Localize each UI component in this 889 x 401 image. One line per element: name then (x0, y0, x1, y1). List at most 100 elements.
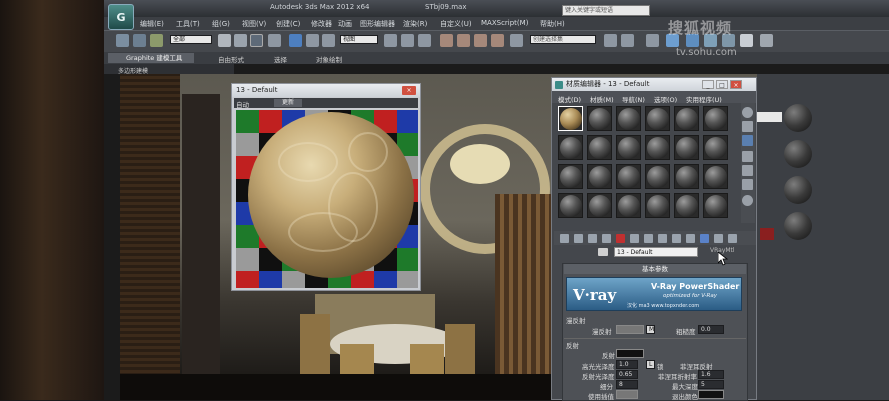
menu-modes[interactable]: 模式(D) (558, 94, 581, 104)
sample-slot[interactable] (703, 106, 728, 131)
sample-slot[interactable] (616, 164, 641, 189)
sample-slot[interactable] (558, 106, 583, 131)
menu-group[interactable]: 组(G) (212, 19, 230, 29)
refl-glossiness-spinner[interactable]: 0.65 (616, 370, 638, 379)
select-by-name-icon[interactable] (234, 34, 247, 47)
sample-slot[interactable] (645, 106, 670, 131)
tab-graphite-modeling[interactable]: Graphite 建模工具 (108, 53, 194, 63)
menu-options[interactable]: 选项(O) (654, 94, 677, 104)
sample-slot[interactable] (558, 164, 583, 189)
sample-slot[interactable] (587, 106, 612, 131)
show-end-result-icon[interactable] (700, 234, 709, 243)
diffuse-map-button[interactable]: M (646, 325, 655, 334)
select-object-icon[interactable] (218, 34, 231, 47)
region-select-icon[interactable] (250, 34, 263, 47)
backlight-icon[interactable] (742, 121, 753, 132)
percent-snap-icon[interactable] (474, 34, 487, 47)
sample-slot[interactable] (674, 164, 699, 189)
app-logo-icon[interactable]: G (108, 4, 134, 30)
reference-coord-dropdown[interactable]: 视图 (340, 35, 378, 44)
delete-icon[interactable] (616, 234, 625, 243)
roughness-spinner[interactable]: 0.0 (698, 325, 724, 334)
material-preview-window[interactable]: 13 - Default × 自动 更新 (231, 83, 421, 291)
keyboard-shortcut-icon[interactable] (418, 34, 431, 47)
material-name-field[interactable]: 13 - Default (614, 247, 698, 257)
rendered-frame-icon[interactable] (740, 34, 753, 47)
put-to-library-icon[interactable] (658, 234, 667, 243)
sample-slot[interactable] (703, 164, 728, 189)
menu-views[interactable]: 视图(V) (242, 19, 266, 29)
reflect-color-swatch[interactable] (616, 349, 644, 358)
menu-maxscript[interactable]: MAXScript(M) (481, 19, 528, 27)
put-to-scene-icon[interactable] (574, 234, 583, 243)
hilight-glossiness-spinner[interactable]: 1.0 (616, 360, 638, 369)
minimize-icon[interactable]: _ (702, 80, 714, 89)
sample-slot[interactable] (558, 135, 583, 160)
sample-slot[interactable] (645, 164, 670, 189)
menu-rendering[interactable]: 渲染(R) (403, 19, 427, 29)
get-material-icon[interactable] (560, 234, 569, 243)
max-depth-spinner[interactable]: 5 (698, 380, 724, 389)
named-selection-dropdown[interactable]: 创建选择集 (530, 35, 596, 44)
diffuse-color-swatch[interactable] (616, 325, 644, 334)
close-icon[interactable]: × (402, 86, 416, 95)
sample-slot[interactable] (616, 106, 641, 131)
bind-spacewarp-icon[interactable] (150, 34, 163, 47)
search-input[interactable]: 键入关键字或短语 (562, 5, 650, 16)
command-panel[interactable] (757, 74, 889, 400)
tab-selection[interactable]: 选择 (274, 54, 287, 64)
render-production-icon[interactable] (760, 34, 773, 47)
sample-slot[interactable] (616, 135, 641, 160)
move-icon[interactable] (289, 34, 302, 47)
copy-material-icon[interactable] (630, 234, 639, 243)
sample-slot[interactable] (674, 193, 699, 218)
link-icon[interactable] (116, 34, 129, 47)
mirror-icon[interactable] (604, 34, 617, 47)
sample-slot[interactable] (616, 193, 641, 218)
selection-filter-dropdown[interactable]: 全部 (170, 35, 212, 44)
sample-slot[interactable] (674, 135, 699, 160)
sample-slot[interactable] (645, 135, 670, 160)
go-forward-icon[interactable] (728, 234, 737, 243)
sample-slot[interactable] (674, 106, 699, 131)
fresnel-ior-spinner[interactable]: 1.6 (698, 370, 724, 379)
menu-graph-editors[interactable]: 图形编辑器 (360, 19, 395, 29)
sample-type-icon[interactable] (742, 107, 753, 118)
pivot-icon[interactable] (384, 34, 397, 47)
sample-slot[interactable] (703, 135, 728, 160)
menu-material[interactable]: 材质(M) (590, 94, 614, 104)
window-crossing-icon[interactable] (268, 34, 281, 47)
command-field[interactable] (756, 112, 782, 122)
reset-map-icon[interactable] (602, 234, 611, 243)
menu-modifiers[interactable]: 修改器 (311, 19, 332, 29)
sample-slot[interactable] (587, 135, 612, 160)
color-swatch[interactable] (760, 228, 774, 240)
spinner-snap-icon[interactable] (491, 34, 504, 47)
menu-customize[interactable]: 自定义(U) (440, 19, 472, 29)
rotate-icon[interactable] (306, 34, 319, 47)
sample-slot[interactable] (558, 193, 583, 218)
interp-box[interactable] (616, 390, 638, 399)
menu-create[interactable]: 创建(C) (276, 19, 300, 29)
show-in-viewport-icon[interactable] (686, 234, 695, 243)
close-icon[interactable]: × (730, 80, 742, 89)
snap-toggle-icon[interactable] (440, 34, 453, 47)
tab-freeform[interactable]: 自由形式 (218, 54, 244, 64)
make-preview-icon[interactable] (742, 179, 753, 190)
unlink-icon[interactable] (133, 34, 146, 47)
subdivs-spinner[interactable]: 8 (616, 380, 638, 389)
layer-manager-icon[interactable] (646, 34, 659, 47)
sample-slot[interactable] (587, 164, 612, 189)
exit-color-swatch[interactable] (698, 390, 724, 399)
menu-tools[interactable]: 工具(T) (176, 19, 200, 29)
select-manipulate-icon[interactable] (401, 34, 414, 47)
assign-material-icon[interactable] (588, 234, 597, 243)
menu-utilities[interactable]: 实用程序(U) (686, 94, 722, 104)
menu-navigation[interactable]: 导航(N) (622, 94, 645, 104)
menu-edit[interactable]: 编辑(E) (140, 19, 164, 29)
sample-slot[interactable] (703, 193, 728, 218)
angle-snap-icon[interactable] (457, 34, 470, 47)
auto-checkbox[interactable]: 自动 (236, 99, 249, 109)
edit-named-selection-icon[interactable] (510, 34, 523, 47)
material-id-icon[interactable] (672, 234, 681, 243)
